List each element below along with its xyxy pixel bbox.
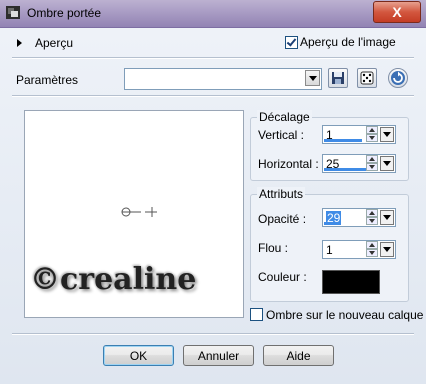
close-icon: X [392, 4, 402, 20]
chevron-down-icon[interactable] [305, 70, 320, 86]
image-preview-checkbox[interactable] [285, 36, 298, 49]
new-layer-checkbox[interactable] [250, 308, 263, 321]
vertical-stepper[interactable] [366, 126, 378, 143]
save-preset-button[interactable] [328, 68, 348, 88]
opacity-label: Opacité : [258, 212, 307, 226]
window-title: Ombre portée [27, 6, 102, 20]
divider [12, 333, 414, 335]
offset-title: Décalage [257, 110, 312, 124]
randomize-button[interactable] [357, 68, 377, 88]
horizontal-level-bar [324, 168, 366, 171]
cancel-button[interactable]: Annuler [183, 345, 254, 366]
opacity-stepper[interactable] [366, 209, 378, 226]
blur-label: Flou : [258, 241, 289, 255]
blur-stepper[interactable] [366, 241, 378, 258]
randomize-icon [360, 71, 374, 85]
image-preview-label[interactable]: Aperçu de l'image [300, 35, 396, 49]
opacity-dropdown[interactable] [380, 210, 394, 225]
blur-dropdown[interactable] [380, 242, 394, 257]
vertical-spinner[interactable]: 1 [322, 125, 396, 144]
close-button[interactable]: X [373, 1, 421, 23]
ok-button[interactable]: OK [103, 345, 174, 366]
save-preset-icon [332, 72, 344, 84]
vertical-level-bar [324, 139, 362, 142]
horizontal-spinner[interactable]: 25 [322, 154, 396, 173]
color-label: Couleur : [258, 270, 307, 284]
presets-label: Paramètres [16, 73, 79, 87]
reset-button[interactable] [388, 68, 408, 88]
new-layer-label[interactable]: Ombre sur le nouveau calque [266, 308, 423, 322]
title-bar[interactable]: Ombre portée X [0, 0, 426, 28]
blur-spinner[interactable]: 1 [322, 240, 396, 259]
color-swatch[interactable] [322, 270, 380, 294]
horizontal-dropdown[interactable] [380, 156, 394, 171]
divider [12, 57, 414, 59]
reset-icon [391, 71, 405, 85]
vertical-label: Vertical : [258, 128, 305, 142]
opacity-spinner[interactable]: 29 [322, 208, 396, 227]
horizontal-stepper[interactable] [366, 155, 378, 172]
preview-section-label: Aperçu [35, 36, 74, 50]
opacity-level-bar [324, 222, 340, 225]
blur-value: 1 [326, 243, 333, 257]
vertical-dropdown[interactable] [380, 127, 394, 142]
watermark-logo: ©crealine [30, 262, 197, 297]
help-button[interactable]: Aide [263, 345, 334, 366]
expand-triangle-icon[interactable] [17, 39, 22, 47]
app-icon [6, 6, 20, 19]
presets-combo[interactable] [124, 68, 322, 90]
horizontal-label: Horizontal : [258, 157, 319, 171]
divider [12, 95, 414, 97]
attributes-title: Attributs [257, 187, 306, 201]
